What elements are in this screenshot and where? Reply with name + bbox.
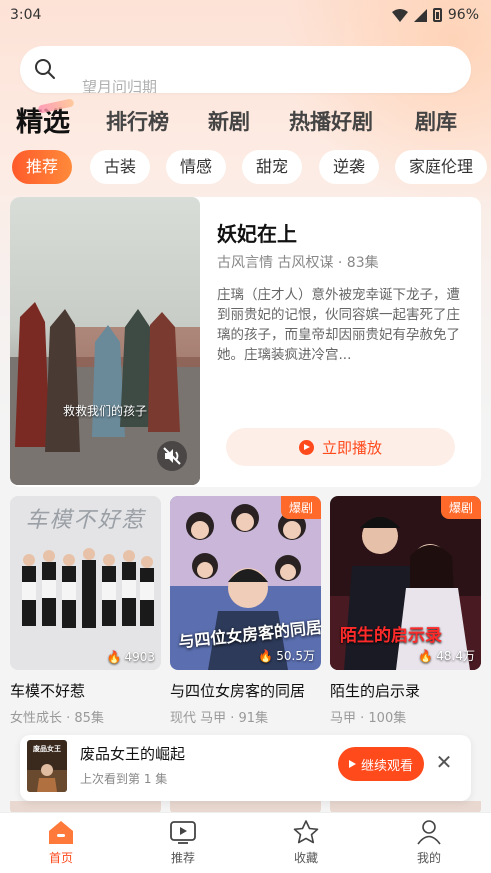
- search-placeholder: 望月问归期: [82, 78, 158, 93]
- home-icon: [49, 821, 73, 844]
- play-now-label: 立即播放: [321, 438, 382, 457]
- drama-meta: 女性成长 · 85集: [10, 711, 104, 726]
- continue-watching-bar[interactable]: 废品女王 废品女王的崛起 上次看到第 1 集 继续观看 ✕: [20, 735, 471, 801]
- status-bar: 3:04 96%: [0, 0, 491, 30]
- drama-poster[interactable]: 与四位女房客的同居 爆剧 🔥 50.5万: [170, 496, 321, 670]
- hot-count: 🔥 4903: [106, 650, 156, 664]
- nav-favorites-label: 收藏: [293, 851, 318, 865]
- status-time: 3:04: [10, 7, 42, 23]
- chip-comeback[interactable]: 逆袭: [319, 150, 380, 184]
- fire-icon: 🔥: [106, 650, 122, 664]
- drama-title[interactable]: 车模不好惹: [10, 680, 161, 701]
- tab-hot[interactable]: 热播好剧: [289, 106, 373, 136]
- close-icon[interactable]: ✕: [432, 750, 456, 774]
- drama-card[interactable]: 车模不好惹 🔥 4903 车模不好惹 女性成长 · 85集: [10, 496, 161, 726]
- drama-card[interactable]: 与四位女房客的同居 爆剧 🔥 50.5万 与四位女房客的同居 现代 马甲 · 91…: [170, 496, 321, 726]
- featured-poster[interactable]: 救救我们的孩子: [10, 197, 200, 485]
- hot-count: 🔥 48.4万: [418, 648, 475, 664]
- main-tabs: 精选 排行榜 新剧 热播好剧 剧库: [0, 106, 491, 150]
- status-icons: 96%: [391, 7, 479, 23]
- continue-progress: 上次看到第 1 集: [80, 772, 168, 786]
- continue-thumbnail[interactable]: 废品女王: [27, 740, 67, 792]
- drama-card[interactable]: 陌生的启示录 爆剧 🔥 48.4万 陌生的启示录 马甲 · 100集: [330, 496, 481, 726]
- featured-description: 庄璃（庄才人）意外被宠幸诞下龙子，遭到丽贵妃的记恨，伙同容嫔一起害死了庄璃的孩子…: [217, 287, 460, 363]
- continue-title[interactable]: 废品女王的崛起: [80, 743, 185, 764]
- continue-watching-button[interactable]: 继续观看: [338, 747, 424, 781]
- battery-level: 96%: [447, 7, 479, 23]
- featured-video-subtitle: 救救我们的孩子: [62, 404, 147, 418]
- continue-watching-label: 继续观看: [360, 758, 413, 774]
- hot-count: 🔥 50.5万: [258, 648, 315, 664]
- fire-icon: 🔥: [418, 648, 434, 663]
- drama-poster[interactable]: 车模不好惹 🔥 4903: [10, 496, 161, 670]
- drama-meta: 马甲 · 100集: [330, 711, 407, 726]
- battery-icon: [432, 8, 442, 22]
- search-bar[interactable]: 望月问归期: [20, 46, 471, 93]
- featured-card[interactable]: 救救我们的孩子 妖妃在上 古风言情 古风权谋 · 83集 庄璃（庄才人）意外被宠…: [10, 197, 481, 487]
- mute-icon: [163, 447, 181, 465]
- profile-icon: [417, 820, 441, 845]
- nav-profile[interactable]: 我的: [399, 819, 459, 866]
- chip-family[interactable]: 家庭伦理: [395, 150, 488, 184]
- continue-thumbnail-title: 废品女王: [33, 745, 61, 753]
- mute-button[interactable]: [157, 441, 187, 471]
- nav-recommend-label: 推荐: [170, 851, 195, 865]
- play-now-button[interactable]: 立即播放: [226, 428, 455, 466]
- nav-home[interactable]: 首页: [31, 819, 91, 866]
- drama-poster-title: 车模不好惹: [25, 508, 146, 533]
- nav-recommend[interactable]: 推荐: [153, 819, 213, 866]
- wifi-icon: [391, 8, 408, 22]
- chip-romance[interactable]: 情感: [166, 150, 227, 184]
- drama-poster[interactable]: 陌生的启示录 爆剧 🔥 48.4万: [330, 496, 481, 670]
- drama-meta: 现代 马甲 · 91集: [170, 711, 269, 726]
- fire-icon: 🔥: [258, 648, 274, 663]
- featured-meta: 古风言情 古风权谋 · 83集: [217, 255, 379, 271]
- popular-badge: 爆剧: [440, 496, 481, 519]
- play-icon: [348, 760, 356, 768]
- tab-library[interactable]: 剧库: [415, 106, 457, 136]
- drama-title[interactable]: 陌生的启示录: [330, 680, 481, 701]
- bottom-nav: 首页 推荐 收藏 我的: [0, 812, 491, 873]
- signal-icon: [413, 8, 427, 22]
- drama-title[interactable]: 与四位女房客的同居: [170, 680, 321, 701]
- star-icon: [293, 820, 319, 844]
- tab-new[interactable]: 新剧: [208, 106, 250, 136]
- drama-poster-title: 陌生的启示录: [340, 626, 442, 646]
- play-tv-icon: [170, 821, 196, 844]
- nav-favorites[interactable]: 收藏: [276, 819, 336, 866]
- search-icon: [35, 59, 55, 79]
- chip-sweet[interactable]: 甜宠: [242, 150, 303, 184]
- category-chips: 推荐 古装 情感 甜宠 逆袭 家庭伦理: [0, 150, 491, 186]
- chip-recommend[interactable]: 推荐: [12, 150, 73, 184]
- chip-costume[interactable]: 古装: [90, 150, 151, 184]
- tab-featured[interactable]: 精选: [16, 100, 70, 139]
- tab-ranking[interactable]: 排行榜: [106, 106, 169, 136]
- featured-title[interactable]: 妖妃在上: [217, 218, 297, 247]
- popular-badge: 爆剧: [280, 496, 321, 519]
- nav-profile-label: 我的: [416, 851, 441, 865]
- play-icon: [298, 439, 314, 455]
- nav-home-label: 首页: [48, 851, 73, 865]
